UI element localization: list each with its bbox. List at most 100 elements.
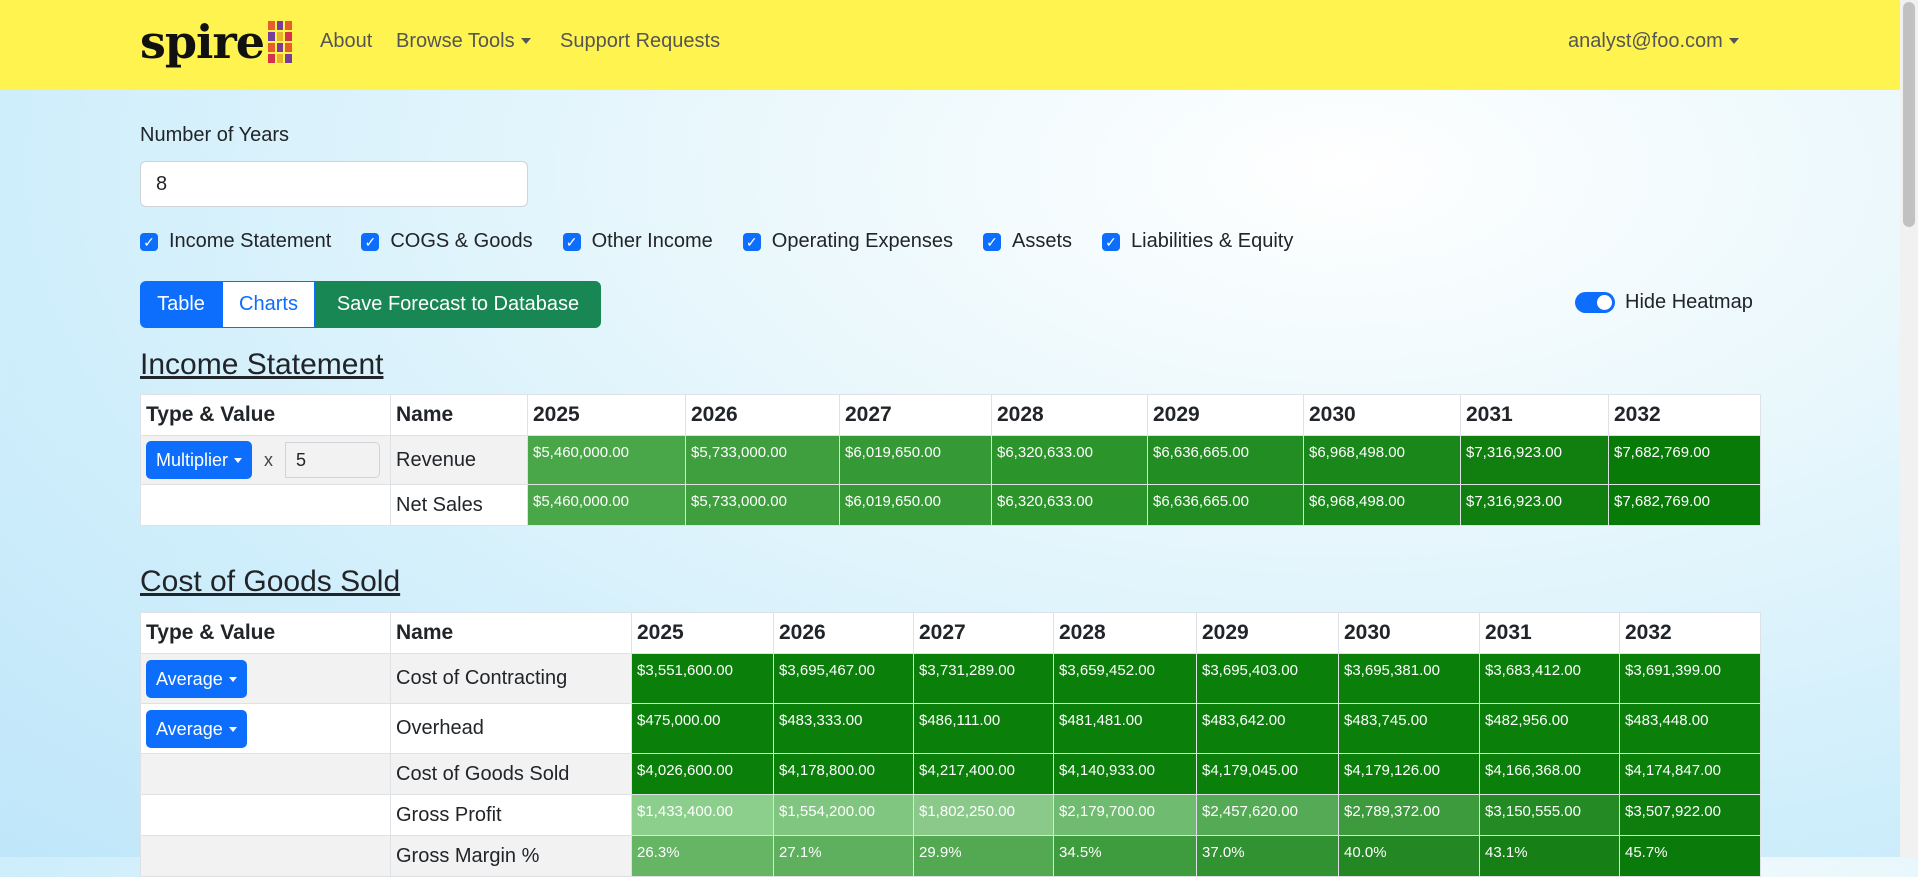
navbar: spire About Browse Tools Support Request… [0, 0, 1900, 90]
value-cell: $4,166,368.00 [1479, 753, 1620, 795]
value-cell: $6,636,665.00 [1147, 435, 1304, 485]
checkbox-label: Operating Expenses [771, 230, 953, 252]
checkbox-liabilities-equity[interactable]: ✓ Liabilities & Equity [1102, 230, 1293, 253]
years-input[interactable]: 8 [140, 161, 528, 207]
value-cell: $1,433,400.00 [631, 794, 774, 836]
value-cell: $2,179,700.00 [1053, 794, 1197, 836]
check-icon[interactable]: ✓ [1102, 232, 1121, 251]
row-name: Overhead [390, 703, 632, 754]
value-cell: $3,551,600.00 [631, 653, 774, 704]
column-header: 2030 [1338, 612, 1480, 654]
value-cell: $6,320,633.00 [991, 435, 1148, 485]
hide-heatmap-toggle[interactable]: Hide Heatmap [1575, 291, 1753, 314]
column-header: 2028 [1053, 612, 1197, 654]
checkbox-label: Assets [1012, 230, 1073, 252]
years-value: 8 [156, 173, 168, 195]
value-cell: $1,802,250.00 [913, 794, 1054, 836]
value-cell: $7,316,923.00 [1460, 484, 1609, 526]
column-header: 2026 [685, 394, 840, 436]
hide-heatmap-label: Hide Heatmap [1625, 291, 1753, 313]
row-name: Cost of Contracting [390, 653, 632, 704]
column-header: 2031 [1479, 612, 1620, 654]
cogs-table: Type & Value Name 2025 2026 2027 2028 20… [140, 612, 1761, 877]
checkbox-label: Income Statement [169, 230, 332, 252]
page-scrollbar[interactable] [1900, 0, 1918, 857]
user-menu[interactable]: analyst@foo.com [1568, 30, 1739, 53]
value-cell: 34.5% [1053, 835, 1197, 877]
column-header: 2025 [631, 612, 774, 654]
value-cell: $5,733,000.00 [685, 435, 840, 485]
toggle-switch[interactable] [1575, 292, 1615, 313]
checkbox-operating-expenses[interactable]: ✓ Operating Expenses [742, 230, 953, 253]
nav-about[interactable]: About [320, 30, 372, 53]
column-header: Type & Value [140, 394, 391, 436]
checkbox-other-income[interactable]: ✓ Other Income [562, 230, 713, 253]
checkbox-cogs[interactable]: ✓ COGS & Goods [361, 230, 533, 253]
type-value-cell: Average [140, 703, 391, 754]
table-row: Average Cost of Contracting $3,551,600.0… [140, 653, 1761, 704]
save-forecast-button[interactable]: Save Forecast to Database [315, 281, 601, 328]
value-cell: $4,174,847.00 [1619, 753, 1761, 795]
column-header: Type & Value [140, 612, 391, 654]
multiplier-input[interactable]: 5 [285, 442, 381, 478]
value-cell: $6,019,650.00 [839, 484, 992, 526]
income-statement-table: Type & Value Name 2025 2026 2027 2028 20… [140, 394, 1761, 526]
check-icon[interactable]: ✓ [361, 232, 380, 251]
value-cell: $3,659,452.00 [1053, 653, 1197, 704]
section-checkboxes: ✓ Income Statement ✓ COGS & Goods ✓ Other I… [140, 230, 1323, 253]
checkbox-label: Liabilities & Equity [1131, 230, 1294, 252]
row-name: Gross Profit [390, 794, 632, 836]
value-cell: $6,968,498.00 [1303, 435, 1461, 485]
value-cell: $4,140,933.00 [1053, 753, 1197, 795]
table-row: Net Sales $5,460,000.00 $5,733,000.00 $6… [140, 484, 1761, 526]
average-dropdown[interactable]: Average [146, 659, 247, 698]
value-cell: $4,026,600.00 [631, 753, 774, 795]
value-cell: $6,968,498.00 [1303, 484, 1461, 526]
years-label: Number of Years [140, 124, 289, 146]
nav-browse-tools[interactable]: Browse Tools [396, 30, 531, 53]
value-cell: $483,333.00 [773, 703, 914, 754]
column-header: 2030 [1303, 394, 1461, 436]
cogs-title: Cost of Goods Sold [140, 565, 401, 598]
average-dropdown[interactable]: Average [146, 709, 247, 748]
scrollbar-thumb[interactable] [1903, 2, 1915, 227]
value-cell: $2,789,372.00 [1338, 794, 1480, 836]
table-row: Multiplier x 5 Revenue $5,460,000.00 $5,… [140, 435, 1761, 485]
nav-support-requests[interactable]: Support Requests [560, 30, 720, 53]
value-cell: $3,150,555.00 [1479, 794, 1620, 836]
column-header: 2027 [839, 394, 992, 436]
checkbox-assets[interactable]: ✓ Assets [983, 230, 1072, 253]
check-icon[interactable]: ✓ [983, 232, 1001, 251]
table-header-row: Type & Value Name 2025 2026 2027 2028 20… [140, 612, 1761, 654]
value-cell: $4,179,126.00 [1338, 753, 1480, 795]
column-header: 2026 [773, 612, 914, 654]
row-name: Cost of Goods Sold [390, 753, 632, 795]
type-value-cell [140, 794, 391, 836]
value-cell: 43.1% [1479, 835, 1620, 877]
value-cell: $3,695,403.00 [1196, 653, 1339, 704]
multiplier-dropdown[interactable]: Multiplier [146, 441, 253, 479]
value-cell: $483,745.00 [1338, 703, 1480, 754]
value-cell: $7,316,923.00 [1460, 435, 1609, 485]
brand-logo[interactable]: spire [140, 14, 293, 70]
value-cell: $3,695,467.00 [773, 653, 914, 704]
value-cell: 27.1% [773, 835, 914, 877]
value-cell: $3,695,381.00 [1338, 653, 1480, 704]
view-button-group: Table Charts Save Forecast to Database [140, 281, 601, 328]
checkbox-income-statement[interactable]: ✓ Income Statement [140, 230, 331, 253]
row-name: Gross Margin % [390, 835, 632, 877]
charts-button[interactable]: Charts [222, 281, 315, 328]
value-cell: $475,000.00 [631, 703, 774, 754]
value-cell: $6,636,665.00 [1147, 484, 1304, 526]
value-cell: $2,457,620.00 [1196, 794, 1339, 836]
check-icon[interactable]: ✓ [562, 232, 581, 251]
value-cell: $4,217,400.00 [913, 753, 1054, 795]
table-button[interactable]: Table [140, 281, 222, 328]
row-name: Revenue [390, 435, 528, 485]
column-header: 2029 [1147, 394, 1304, 436]
value-cell: $5,460,000.00 [527, 435, 686, 485]
column-header: 2029 [1196, 612, 1339, 654]
check-icon[interactable]: ✓ [742, 232, 761, 251]
value-cell: $6,320,633.00 [991, 484, 1148, 526]
check-icon[interactable]: ✓ [140, 232, 158, 251]
